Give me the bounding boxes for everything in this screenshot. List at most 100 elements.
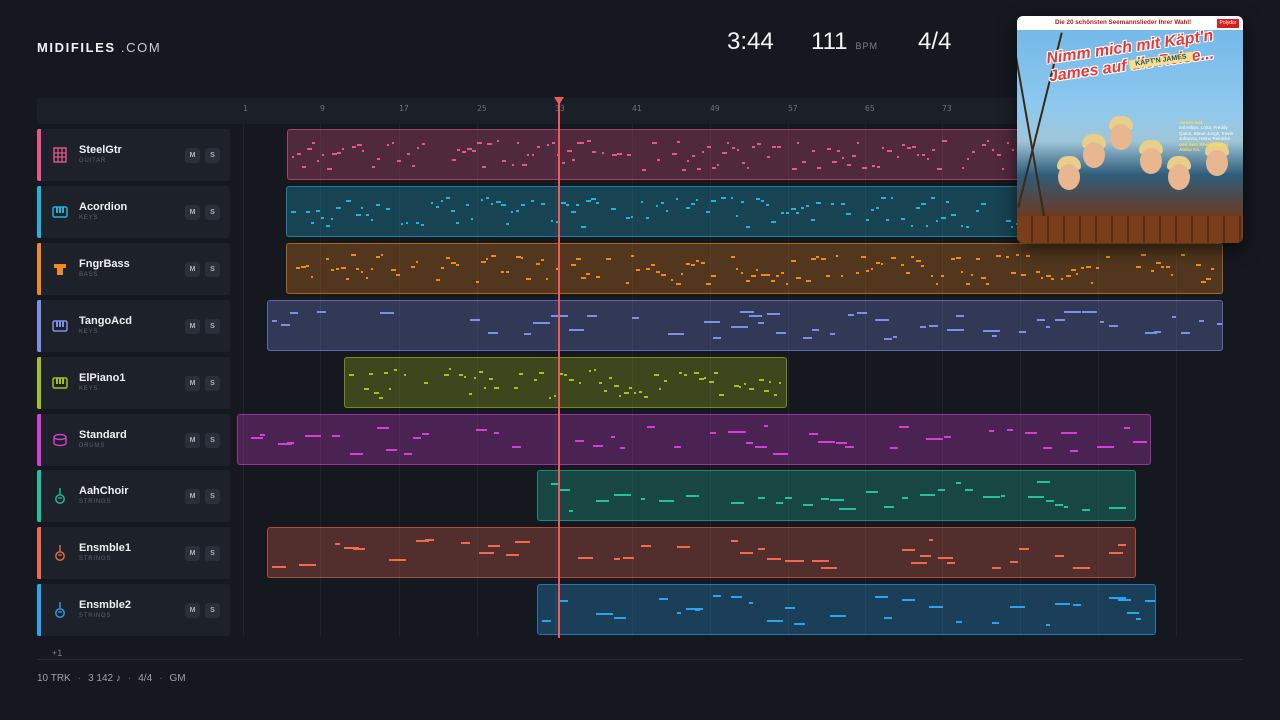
note-pattern: [272, 311, 1222, 340]
midi-clip[interactable]: [286, 243, 1223, 294]
duration-display: 3:44: [727, 28, 774, 56]
mute-button[interactable]: M: [185, 376, 200, 391]
track-color-bar: [37, 527, 41, 579]
ruler-tick: 25: [477, 104, 487, 113]
guitar-icon: [51, 146, 69, 164]
logo-brand: MIDIFILES: [37, 40, 116, 55]
track-category: DRUMS: [79, 443, 105, 449]
person: [1168, 164, 1190, 190]
ruler-tick: 9: [320, 104, 325, 113]
track-header[interactable]: Ensmble2 STRINGS M S: [37, 584, 230, 636]
track-color-bar: [37, 357, 41, 409]
note-pattern: [251, 425, 1147, 455]
track-name: ElPiano1: [79, 372, 126, 384]
track-header[interactable]: AahChoir STRINGS M S: [37, 470, 230, 522]
track-category: KEYS: [79, 215, 99, 221]
footer-signature: 4/4: [138, 673, 153, 684]
mute-button[interactable]: M: [185, 603, 200, 618]
mute-button[interactable]: M: [185, 546, 200, 561]
track-header[interactable]: ElPiano1 KEYS M S: [37, 357, 230, 409]
solo-button[interactable]: S: [205, 376, 220, 391]
footer-divider: [37, 659, 1243, 660]
keys-icon: [51, 203, 69, 221]
track-category: KEYS: [79, 329, 99, 335]
playhead-handle[interactable]: [554, 97, 564, 105]
midi-clip[interactable]: [537, 584, 1156, 635]
midi-standard: GM: [169, 673, 186, 684]
mute-button[interactable]: M: [185, 489, 200, 504]
credits-body: mit Hilton, Lotta, Freddy Quinn, Blaue J…: [1179, 125, 1234, 142]
track-count: 10 TRK: [37, 673, 71, 684]
cover-credits: James last mit Hilton, Lotta, Freddy Qui…: [1179, 120, 1241, 152]
bass-icon: [51, 260, 69, 278]
track-name: Ensmble2: [79, 599, 131, 611]
note-pattern: [349, 368, 781, 399]
ruler-tick: 49: [710, 104, 720, 113]
track-category: BASS: [79, 272, 99, 278]
ruler-tick: 1: [243, 104, 248, 113]
ruler-tick: 65: [865, 104, 875, 113]
tempo-unit: BPM: [855, 41, 878, 51]
status-bar: 10 TRK · 3 142 ♪ · 4/4 · GM: [37, 673, 186, 684]
track-header[interactable]: Standard DRUMS M S: [37, 414, 230, 466]
mute-button[interactable]: M: [185, 148, 200, 163]
logo-suffix: .COM: [120, 40, 162, 55]
track-color-bar: [37, 129, 41, 181]
more-tracks-indicator[interactable]: +1: [52, 648, 62, 658]
track-name: SteelGtr: [79, 144, 122, 156]
note-pattern: [272, 539, 1126, 569]
track-color-bar: [37, 300, 41, 352]
violin-icon: [51, 544, 69, 562]
track-category: STRINGS: [79, 613, 112, 619]
cover-title: Nimm mich mit Käpt'n James auf die Reise…: [1045, 27, 1215, 86]
track-header[interactable]: SteelGtr GUITAR M S: [37, 129, 230, 181]
keys-icon: [51, 374, 69, 392]
track-color-bar: [37, 470, 41, 522]
solo-button[interactable]: S: [205, 603, 220, 618]
midi-clip[interactable]: [237, 414, 1151, 465]
note-pattern: [551, 481, 1126, 512]
track-name: AahChoir: [79, 485, 129, 497]
solo-button[interactable]: S: [205, 262, 220, 277]
track-header[interactable]: Ensmble1 STRINGS M S: [37, 527, 230, 579]
track-category: GUITAR: [79, 158, 107, 164]
track-header[interactable]: Acordion KEYS M S: [37, 186, 230, 238]
midi-clip[interactable]: [344, 357, 787, 408]
track-color-bar: [37, 414, 41, 466]
tempo-display: 111 BPM: [811, 28, 878, 56]
playhead[interactable]: [554, 97, 564, 638]
track-color-bar: [37, 584, 41, 636]
duration-value: 3:44: [727, 28, 774, 55]
midi-clip[interactable]: [537, 470, 1136, 521]
track-header[interactable]: FngrBass BASS M S: [37, 243, 230, 295]
solo-button[interactable]: S: [205, 205, 220, 220]
solo-button[interactable]: S: [205, 433, 220, 448]
solo-button[interactable]: S: [205, 319, 220, 334]
album-cover: Die 20 schönsten Seemannslieder Ihrer Wa…: [1017, 16, 1243, 243]
solo-button[interactable]: S: [205, 546, 220, 561]
mute-button[interactable]: M: [185, 205, 200, 220]
track-name: Ensmble1: [79, 542, 131, 554]
person: [1206, 150, 1228, 176]
mute-button[interactable]: M: [185, 319, 200, 334]
track-header[interactable]: TangoAcd KEYS M S: [37, 300, 230, 352]
note-count: 3 142 ♪: [88, 673, 121, 684]
ruler-tick: 41: [632, 104, 642, 113]
solo-button[interactable]: S: [205, 148, 220, 163]
ruler-tick: 73: [942, 104, 952, 113]
violin-icon: [51, 601, 69, 619]
track-color-bar: [37, 243, 41, 295]
track-name: Standard: [79, 429, 127, 441]
person: [1110, 124, 1132, 150]
note-pattern: [542, 595, 1155, 626]
site-logo[interactable]: MIDIFILES .COM: [37, 40, 161, 55]
track-name: FngrBass: [79, 258, 130, 270]
track-name: TangoAcd: [79, 315, 132, 327]
mute-button[interactable]: M: [185, 262, 200, 277]
time-signature-value: 4/4: [918, 28, 952, 55]
solo-button[interactable]: S: [205, 489, 220, 504]
midi-clip[interactable]: [267, 527, 1136, 578]
midi-clip[interactable]: [267, 300, 1223, 351]
drum-icon: [51, 431, 69, 449]
mute-button[interactable]: M: [185, 433, 200, 448]
